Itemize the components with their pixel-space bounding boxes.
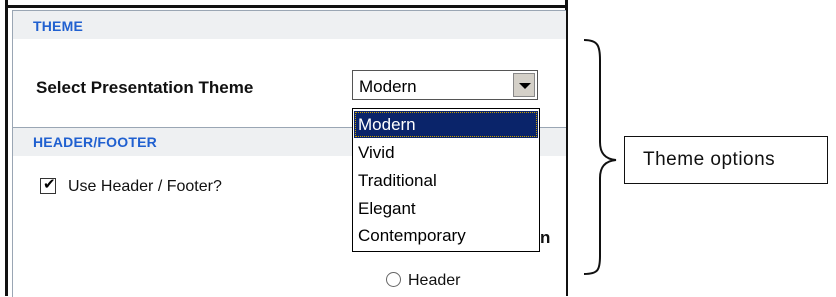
window-frame-left — [5, 0, 8, 296]
theme-option-contemporary[interactable]: Contemporary — [354, 222, 538, 249]
theme-option-vivid[interactable]: Vivid — [354, 139, 538, 166]
callout-text: Theme options — [643, 149, 776, 170]
theme-select[interactable]: Modern — [352, 70, 538, 100]
header-radio[interactable] — [386, 272, 401, 287]
theme-dropdown-list: Modern Vivid Traditional Elegant Contemp… — [352, 108, 540, 252]
theme-select-value: Modern — [359, 77, 417, 96]
use-header-footer-label: Use Header / Footer? — [68, 178, 222, 195]
theme-section-title: THEME — [33, 18, 83, 34]
chevron-down-icon[interactable] — [513, 73, 535, 97]
window-frame-top — [5, 5, 568, 8]
theme-option-modern[interactable]: Modern — [354, 111, 538, 138]
header-footer-section-title: HEADER/FOOTER — [33, 134, 157, 150]
settings-window: THEME HEADER/FOOTER Select Presentation … — [0, 0, 568, 297]
theme-option-traditional[interactable]: Traditional — [354, 167, 538, 194]
theme-section-header: THEME — [13, 11, 566, 39]
callout-box: Theme options — [624, 136, 828, 184]
theme-option-elegant[interactable]: Elegant — [354, 195, 538, 222]
select-theme-label: Select Presentation Theme — [36, 78, 254, 97]
curly-brace-icon — [583, 39, 617, 275]
partially-hidden-label: n — [540, 228, 551, 247]
use-header-footer-checkbox[interactable]: ✔ — [40, 176, 56, 194]
check-icon: ✔ — [43, 176, 56, 193]
header-radio-label: Header — [408, 272, 461, 289]
